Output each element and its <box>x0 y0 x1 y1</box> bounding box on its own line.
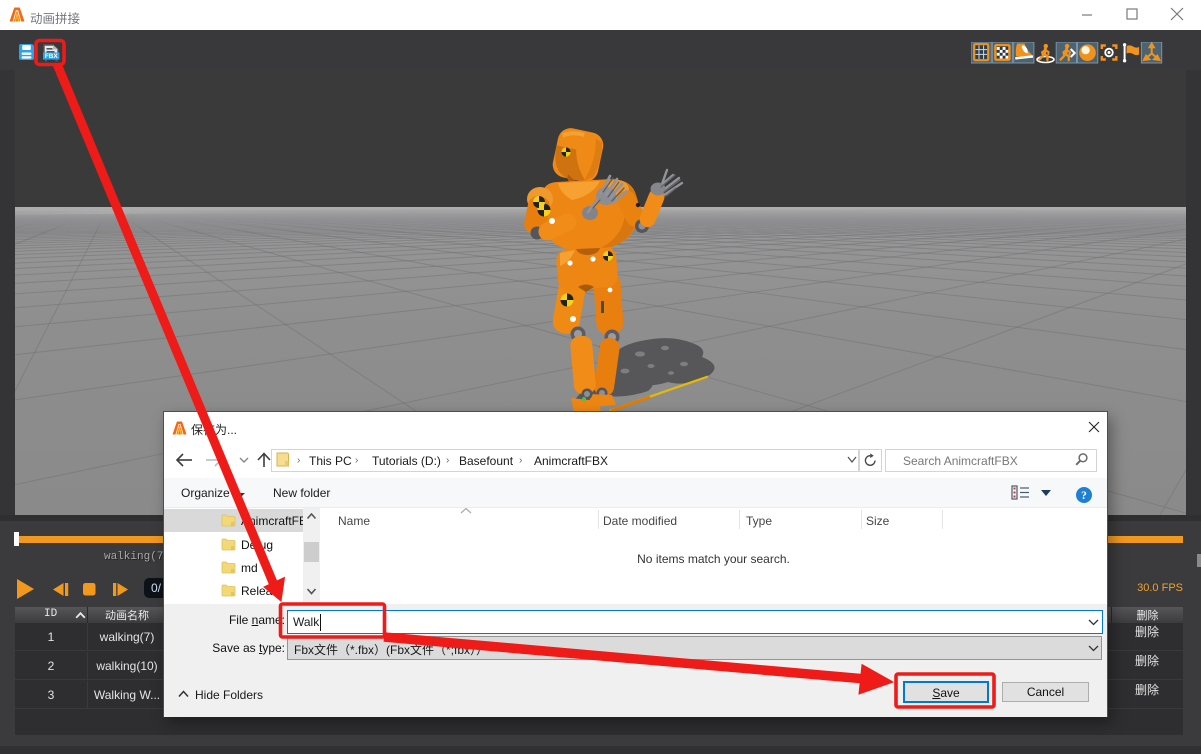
svg-text:?: ? <box>1081 490 1087 502</box>
svg-text:FBX: FBX <box>45 53 59 60</box>
